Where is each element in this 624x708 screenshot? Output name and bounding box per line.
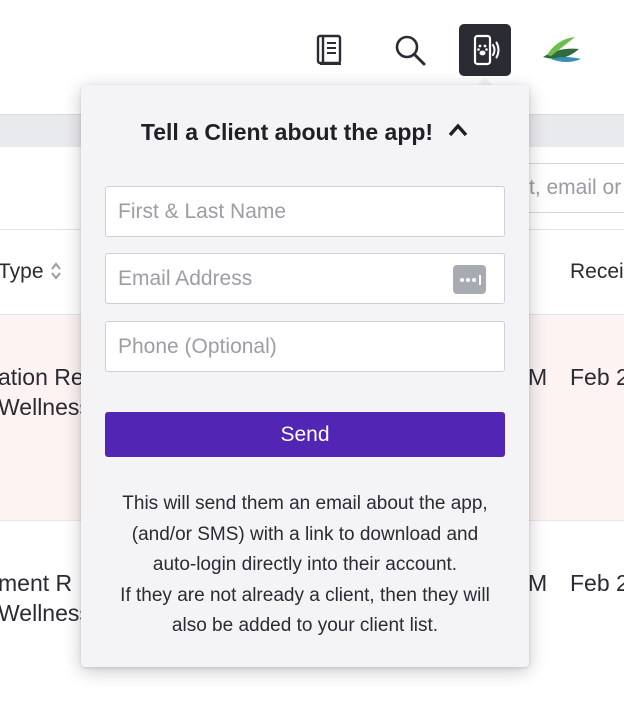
tell-client-popover: Tell a Client about the app! Send This w… [81,85,529,667]
name-field[interactable] [105,186,505,237]
row-type-line1: ment R [0,570,73,596]
row-type-line1: ation Re [0,364,84,390]
info-line: This will send them an email about the a… [122,493,488,514]
phone-field[interactable] [105,321,505,372]
client-search-placeholder: t, email or [529,176,622,199]
info-line: also be added to your client list. [171,615,439,636]
book-icon[interactable] [304,24,356,76]
row-type-line2: Wellness [0,394,91,420]
send-button[interactable]: Send [105,412,505,457]
received-column-header[interactable]: Recei [570,260,624,284]
wallet-icon[interactable] [610,24,624,76]
pet-app-icon[interactable] [459,24,511,76]
row-time: M [528,364,548,390]
info-line: If they are not already a client, then t… [120,584,490,606]
sort-icon[interactable] [50,262,62,285]
brand-logo-icon[interactable] [535,24,587,76]
chevron-up-icon[interactable] [447,117,469,144]
info-line: auto-login directly into their account. [152,554,458,575]
autofill-key-icon[interactable] [453,265,486,294]
popover-title: Tell a Client about the app! [81,119,529,147]
row-date: Feb 2 [570,364,624,390]
row-date: Feb 2 [570,570,624,596]
type-column-header[interactable]: Type [0,260,44,284]
row-type-line2: Wellness [0,600,91,626]
email-field[interactable] [105,253,505,304]
info-line: (and/or SMS) with a link to download and [131,523,479,545]
info-text: This will send them an email about the a… [81,489,529,642]
row-time: M [528,570,548,596]
popover-title-text: Tell a Client about the app! [140,119,434,145]
search-icon[interactable] [384,24,436,76]
